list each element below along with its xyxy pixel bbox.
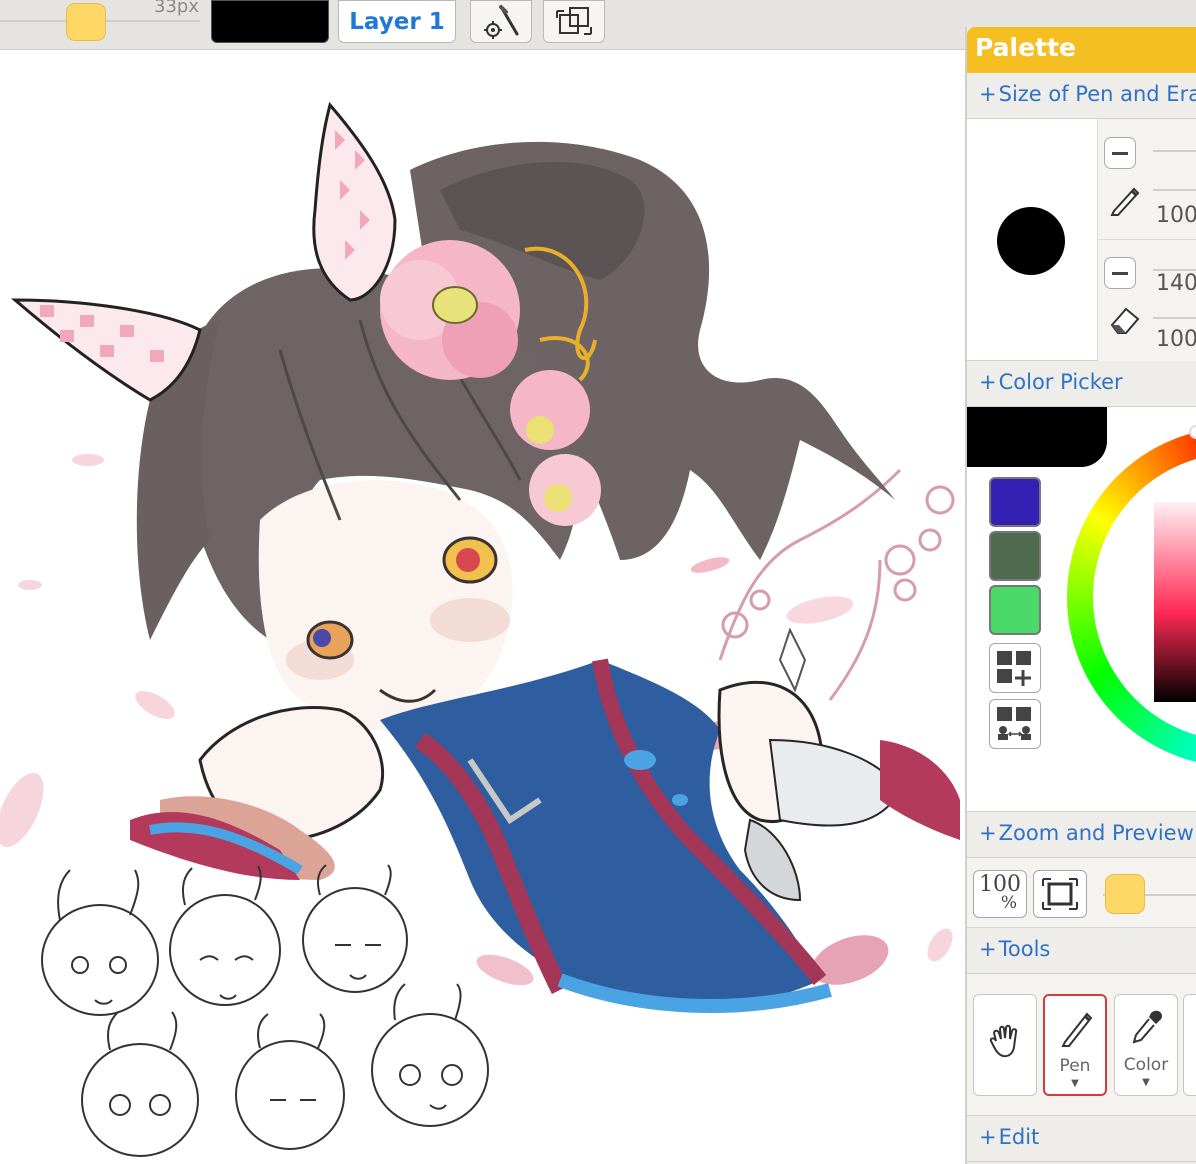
eraser-size-decrease-button[interactable]: [1104, 257, 1136, 289]
pen-eraser-divider: [1098, 239, 1196, 240]
saturation-value-box[interactable]: [1154, 502, 1196, 702]
section-zoom-preview-label: Zoom and Preview: [998, 821, 1194, 845]
dropdown-caret-icon: ▼: [1142, 1077, 1150, 1088]
pen-eraser-controls: 100 140 100: [1097, 119, 1196, 361]
fit-screen-button[interactable]: [1033, 870, 1087, 918]
section-tools-header[interactable]: +Tools: [967, 928, 1196, 974]
brush-preview-dot: [997, 207, 1065, 275]
pen-eraser-area: 100 140 100: [967, 119, 1196, 361]
eraser-icon: [1110, 307, 1140, 334]
fit-screen-icon: [1042, 878, 1078, 910]
pen-tool-label: Pen: [1059, 1056, 1091, 1076]
tools-area: Pen ▼ Color ▼: [967, 974, 1196, 1116]
eyedropper-tool-label: Color: [1123, 1055, 1169, 1075]
color-swatch[interactable]: [989, 585, 1041, 635]
section-pen-eraser-label: Size of Pen and Eraser: [998, 82, 1196, 106]
section-zoom-preview-header[interactable]: +Zoom and Preview: [967, 812, 1196, 858]
drawing-canvas[interactable]: [0, 51, 965, 1164]
brush-settings-icon: [484, 4, 519, 39]
section-color-picker-label: Color Picker: [998, 370, 1123, 394]
section-color-picker-header[interactable]: +Color Picker: [967, 361, 1196, 407]
eraser-size-value: 100: [1156, 327, 1196, 352]
expand-icon: +: [979, 370, 997, 394]
expand-icon: +: [979, 821, 997, 845]
pen-icon: [1061, 1012, 1093, 1047]
preview-slider-knob[interactable]: [1105, 874, 1145, 914]
dropdown-caret-icon: ▼: [1071, 1078, 1079, 1089]
eyedropper-tool-button[interactable]: Color ▼: [1114, 994, 1178, 1096]
pen-tool-button[interactable]: Pen ▼: [1043, 994, 1107, 1096]
pen-size-decrease-button[interactable]: [1104, 137, 1136, 169]
section-edit-header[interactable]: +Edit: [967, 1116, 1196, 1162]
zoom-100-button[interactable]: 100 %: [973, 870, 1027, 918]
section-tools-label: Tools: [998, 937, 1051, 961]
current-color-button[interactable]: [211, 0, 329, 43]
section-edit-label: Edit: [998, 1125, 1040, 1149]
current-color-swatch: [967, 407, 1107, 467]
color-swatch[interactable]: [989, 531, 1041, 581]
pen-icon: [1110, 187, 1140, 216]
swap-swatch-button[interactable]: [989, 699, 1041, 749]
layer-button[interactable]: Layer 1: [338, 0, 456, 43]
eraser-opacity-slider[interactable]: [1153, 317, 1196, 319]
palette-panel: Palette +Size of Pen and Eraser 100 140 …: [965, 27, 1196, 1164]
brush-settings-button[interactable]: [470, 0, 532, 43]
color-picker-area: [967, 407, 1196, 812]
section-pen-eraser-header[interactable]: +Size of Pen and Eraser: [967, 73, 1196, 119]
hand-icon: [989, 1024, 1018, 1058]
pen-opacity-slider[interactable]: [1153, 189, 1196, 191]
transform-icon: [556, 6, 592, 35]
swap-swatch-icon: [997, 707, 1031, 740]
add-swatch-button[interactable]: [989, 643, 1041, 693]
pen-size-value: 100: [1156, 203, 1196, 228]
brush-size-slider-knob[interactable]: [66, 3, 106, 41]
minus-icon: [1112, 151, 1128, 155]
expand-icon: +: [979, 1125, 997, 1149]
palette-title[interactable]: Palette: [967, 27, 1196, 73]
minus-icon: [1112, 271, 1128, 275]
zoom-readout: 100 %: [979, 874, 1021, 913]
expand-icon: +: [979, 82, 997, 106]
add-swatch-icon: [997, 651, 1031, 686]
color-swatch[interactable]: [989, 477, 1041, 527]
brush-size-readout: 33px: [154, 0, 199, 17]
hue-ring-knob[interactable]: [1189, 425, 1196, 439]
pen-opacity-value: 140: [1156, 271, 1196, 296]
more-tool-button[interactable]: [1183, 994, 1196, 1096]
artwork-illustration: [0, 101, 960, 1157]
eyedropper-icon: [1132, 1010, 1163, 1044]
transform-button[interactable]: [543, 0, 605, 43]
zoom-preview-area: 100 %: [967, 858, 1196, 928]
expand-icon: +: [979, 937, 997, 961]
hand-tool-button[interactable]: [973, 994, 1037, 1096]
pen-size-slider[interactable]: [1153, 150, 1196, 152]
